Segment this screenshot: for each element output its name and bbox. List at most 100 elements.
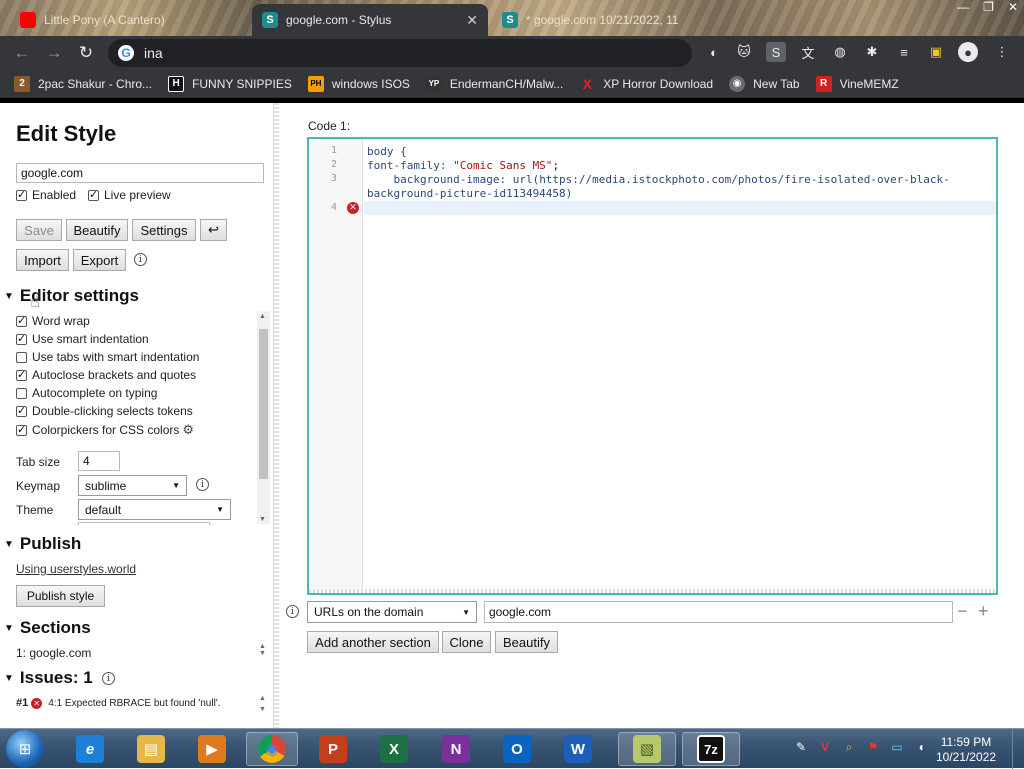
- info-icon[interactable]: i: [102, 672, 115, 685]
- colorpickers-checkbox[interactable]: Colorpickers for CSS colors ⚙: [16, 422, 194, 438]
- tab-stylus-active[interactable]: S google.com - Stylus ✕: [252, 4, 488, 36]
- remove-applies-to-icon[interactable]: −: [957, 601, 968, 622]
- taskbar-7zip[interactable]: 7z: [682, 732, 740, 766]
- taskbar-onenote[interactable]: N: [430, 732, 482, 766]
- taskbar-excel[interactable]: X: [368, 732, 420, 766]
- bookmark-windows-isos[interactable]: PH windows ISOS: [307, 75, 410, 92]
- taskbar-powerpoint[interactable]: P: [307, 732, 359, 766]
- side-panel-icon[interactable]: ▣: [926, 42, 946, 62]
- beautify-section-button[interactable]: Beautify: [495, 631, 558, 653]
- profile-avatar-icon[interactable]: ●: [958, 42, 978, 62]
- autocomplete-checkbox[interactable]: Autocomplete on typing: [16, 386, 157, 400]
- style-name-input[interactable]: google.com: [16, 163, 264, 183]
- minimize-icon[interactable]: —: [957, 0, 969, 16]
- gear-icon[interactable]: ⚙: [182, 422, 194, 438]
- code-editor[interactable]: 1 2 3 4 ✕ body { font-family: "Comic San…: [307, 137, 998, 595]
- settings-scrollbar[interactable]: ▲ ▼: [257, 311, 270, 524]
- tab-size-input[interactable]: 4: [78, 451, 120, 471]
- clone-button[interactable]: Clone: [442, 631, 491, 653]
- sections-scroll-arrows[interactable]: ▲ ▼: [259, 643, 266, 657]
- double-click-tokens-checkbox[interactable]: Double-clicking selects tokens: [16, 404, 193, 418]
- tray-flag-icon[interactable]: ⚑: [865, 739, 881, 755]
- add-applies-to-icon[interactable]: +: [978, 601, 989, 622]
- error-marker-icon[interactable]: ✕: [347, 202, 359, 214]
- export-button[interactable]: Export: [73, 249, 126, 271]
- back-icon[interactable]: ←: [6, 38, 38, 68]
- editor-settings-header[interactable]: ▼ Editor settings: [4, 286, 139, 306]
- close-tab-icon[interactable]: ✕: [466, 12, 478, 29]
- bookmark-endermanch[interactable]: YP EndermanCH/Malw...: [425, 75, 563, 92]
- info-icon[interactable]: i: [286, 605, 299, 618]
- bookmark-2pac[interactable]: 2 2pac Shakur - Chro...: [14, 75, 152, 92]
- info-icon[interactable]: i: [134, 253, 147, 266]
- editor-resize-grip[interactable]: [309, 589, 996, 593]
- enabled-checkbox[interactable]: Enabled: [16, 188, 76, 202]
- scroll-up-icon[interactable]: ▲: [259, 313, 266, 320]
- extension-translate-icon[interactable]: 文: [798, 42, 818, 62]
- publish-style-button[interactable]: Publish style: [16, 585, 105, 607]
- live-preview-checkbox[interactable]: Live preview: [88, 188, 171, 202]
- forward-icon[interactable]: →: [38, 38, 70, 68]
- sticky-notes-icon: ▧: [633, 735, 661, 763]
- publish-header[interactable]: ▼ Publish: [4, 534, 81, 554]
- theme-select[interactable]: default ▼: [78, 499, 231, 520]
- close-window-icon[interactable]: ✕: [1008, 0, 1018, 16]
- bookmark-funny-snippies[interactable]: H FUNNY SNIPPIES: [168, 75, 292, 92]
- tray-language-icon[interactable]: ✎: [793, 739, 809, 755]
- start-button-icon[interactable]: ⊞: [6, 730, 44, 768]
- word-wrap-checkbox[interactable]: Word wrap: [16, 314, 90, 328]
- issues-header[interactable]: ▼ Issues: 1: [4, 668, 93, 688]
- bookmark-vinememz[interactable]: R VineMEMZ: [815, 75, 899, 92]
- taskbar-ie[interactable]: e: [64, 732, 116, 766]
- import-button[interactable]: Import: [16, 249, 69, 271]
- sections-header[interactable]: ▼ Sections: [4, 618, 91, 638]
- applies-to-type-select[interactable]: URLs on the domain ▼: [307, 601, 477, 623]
- code-line-3: background-image: url(https://media.isto…: [367, 173, 949, 186]
- extensions-puzzle-icon[interactable]: ✱: [862, 42, 882, 62]
- taskbar-chrome[interactable]: ◉: [246, 732, 298, 766]
- scroll-thumb[interactable]: [259, 329, 268, 479]
- smart-indentation-checkbox[interactable]: Use smart indentation: [16, 332, 149, 346]
- taskbar-outlook[interactable]: O: [491, 732, 543, 766]
- extension-stylus-icon[interactable]: S: [766, 42, 786, 62]
- userstyles-world-link[interactable]: Using userstyles.world: [16, 562, 136, 576]
- restore-icon[interactable]: ❐: [983, 0, 994, 16]
- extension-dark-icon[interactable]: ◐: [704, 42, 724, 62]
- reload-icon[interactable]: ↻: [70, 38, 102, 68]
- menu-kebab-icon[interactable]: ⋮: [992, 42, 1012, 62]
- extension-globe-icon[interactable]: ◍: [830, 42, 850, 62]
- css-punct: ;: [552, 159, 560, 172]
- tray-volume-icon[interactable]: ◖: [913, 739, 929, 755]
- scroll-down-icon[interactable]: ▼: [259, 516, 266, 523]
- add-another-section-button[interactable]: Add another section: [307, 631, 439, 653]
- settings-button[interactable]: Settings: [132, 219, 196, 241]
- taskbar-media-player[interactable]: ▶: [186, 732, 238, 766]
- tab-youtube[interactable]: Little Pony (A Cantero): [10, 4, 250, 36]
- bookmark-new-tab[interactable]: ◉ New Tab: [729, 75, 800, 92]
- extension-cat-icon[interactable]: 🐱: [734, 42, 754, 62]
- bookmark-xp-horror[interactable]: X XP Horror Download: [579, 76, 714, 92]
- tray-antivirus-icon[interactable]: V: [817, 739, 833, 755]
- taskbar-clock[interactable]: 11:59 PM 10/21/2022: [936, 735, 996, 765]
- media-queue-icon[interactable]: ≡: [894, 42, 914, 62]
- tray-search-icon[interactable]: ⌕: [841, 739, 857, 755]
- taskbar-word[interactable]: W: [552, 732, 604, 766]
- taskbar-sticky-notes[interactable]: ▧: [618, 732, 676, 766]
- undo-button[interactable]: ↩: [200, 219, 227, 241]
- tabs-smart-indentation-checkbox[interactable]: Use tabs with smart indentation: [16, 350, 199, 364]
- tray-network-icon[interactable]: ▭: [889, 739, 905, 755]
- issues-scroll-arrows[interactable]: ▲ ▼: [259, 693, 266, 715]
- tab-stylus-2[interactable]: S * google.com 10/21/2022, 11: [492, 4, 692, 36]
- omnibox[interactable]: G ina: [108, 39, 692, 67]
- applies-to-value-input[interactable]: google.com: [484, 601, 953, 623]
- taskbar-explorer[interactable]: ▤: [125, 732, 177, 766]
- panel-resize-handle[interactable]: [273, 103, 279, 728]
- section-list-item[interactable]: 1: google.com: [16, 646, 91, 660]
- keymap-select[interactable]: sublime ▼: [78, 475, 187, 496]
- autoclose-brackets-checkbox[interactable]: Autoclose brackets and quotes: [16, 368, 196, 382]
- beautify-button[interactable]: Beautify: [66, 219, 128, 241]
- show-desktop-button[interactable]: [1012, 729, 1024, 769]
- info-icon[interactable]: i: [196, 478, 209, 491]
- save-button[interactable]: Save: [16, 219, 62, 241]
- issue-row[interactable]: #1 ✕ 4:1 Expected RBRACE but found 'null…: [16, 697, 221, 709]
